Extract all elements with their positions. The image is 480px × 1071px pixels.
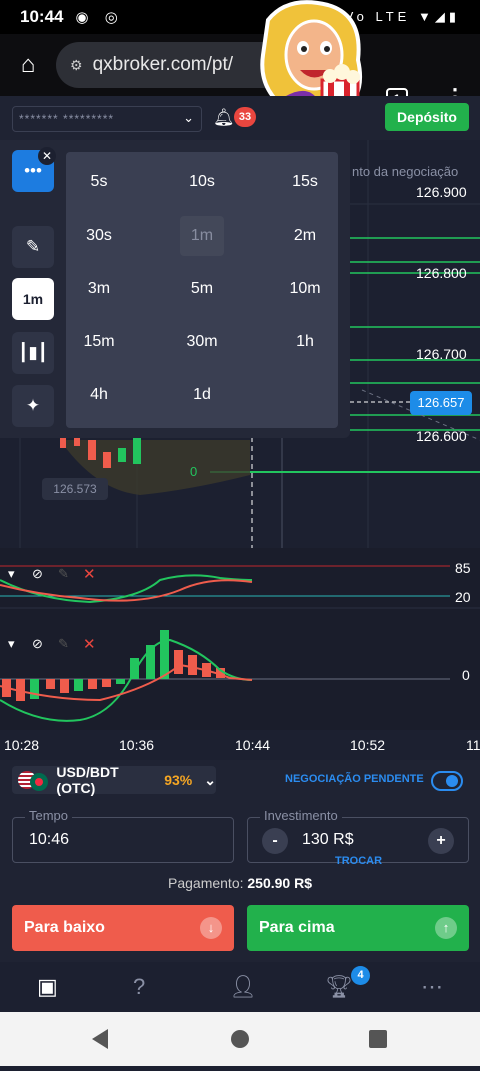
stochastic-lower-level: 20 — [455, 589, 471, 605]
indicator-collapse-icon[interactable]: ▾ — [8, 566, 15, 582]
notification-badge: 33 — [234, 107, 256, 127]
decrease-investment-button[interactable]: - — [262, 828, 288, 854]
bell-icon[interactable]: 🔔︎ — [213, 108, 235, 128]
deposit-button[interactable]: Depósito — [385, 103, 469, 131]
time-tick: 10:52 — [350, 737, 386, 753]
status-notification-icons: ◉ ◎ — [75, 9, 124, 26]
more-nav-icon[interactable]: ⋯ — [421, 974, 443, 1000]
time-tick: 11 — [466, 737, 480, 753]
timeframe-option-selected[interactable]: 1m — [180, 216, 224, 256]
satellite-icon: ✦ — [25, 396, 41, 415]
pending-trade-label: NEGOCIAÇÃO PENDENTE — [285, 773, 424, 785]
stochastic-upper-level: 85 — [455, 560, 471, 576]
timeframe-option[interactable]: 4h — [66, 375, 132, 415]
time-tick: 10:36 — [119, 737, 155, 753]
timeframe-option[interactable]: 1h — [272, 322, 338, 362]
chart-nav-icon[interactable]: ▣ — [37, 974, 58, 1000]
time-field-label: Tempo — [25, 808, 73, 823]
system-navigation-bar — [0, 1012, 480, 1066]
timeframe-option[interactable]: 3m — [66, 269, 132, 309]
payout-label: Pagamento: — [168, 875, 244, 891]
indicator-hide-icon[interactable]: ⊘ — [32, 636, 43, 652]
close-icon[interactable]: ✕ — [38, 147, 56, 165]
price-tick: 126.800 — [416, 265, 467, 281]
timeframe-option[interactable]: 1d — [169, 375, 235, 415]
investment-value: 130 R$ — [302, 831, 354, 848]
profile-nav-icon[interactable]: 👤︎ — [229, 974, 257, 1000]
candlestick-icon: ┃▮┃ — [18, 343, 48, 362]
time-value: 10:46 — [29, 831, 70, 848]
indicator-remove-icon[interactable]: ✕ — [83, 635, 96, 653]
pending-trade-toggle[interactable] — [431, 771, 463, 791]
browser-toolbar: ⌂ ⚙ qxbroker.com/pt/ 1 ⋮ — [0, 34, 480, 110]
draw-tool-button[interactable]: ✎ — [12, 226, 54, 268]
recents-icon — [369, 1030, 387, 1048]
pencil-icon: ✎ — [25, 237, 41, 256]
time-tick: 10:44 — [235, 737, 271, 753]
investment-field-label: Investimento — [260, 808, 342, 823]
price-tick: 126.700 — [416, 346, 467, 362]
buy-button[interactable]: Para cima ↑ — [247, 905, 469, 951]
timeframe-grid: 5s 10s 15s 30s 1m 2m 3m 5m 10m 15m 30m 1… — [66, 152, 338, 428]
arrow-down-icon: ↓ — [200, 917, 222, 939]
zero-level-label: 0 — [190, 464, 198, 479]
asset-name: USD/BDT (OTC) — [56, 764, 119, 796]
timeframe-option[interactable]: 30s — [66, 216, 132, 256]
timeframe-button[interactable]: 1m — [12, 278, 54, 320]
timeframe-option[interactable]: 30m — [169, 322, 235, 362]
sell-button[interactable]: Para baixo ↓ — [12, 905, 234, 951]
chevron-down-icon: ⌄ — [183, 110, 195, 125]
macd-zero-level: 0 — [462, 667, 470, 683]
swap-currency-button[interactable]: TROCAR — [335, 855, 382, 867]
current-price-tag: 126.657 — [410, 391, 472, 415]
indicator-edit-icon[interactable]: ✎ — [58, 636, 69, 652]
candle-price-tag: 126.573 — [42, 478, 108, 500]
more-icon: ••• — [24, 161, 42, 180]
status-bar: 10:44 ◉ ◎ Vo LTE ▼◢▮ — [0, 0, 480, 34]
home-icon[interactable]: ⌂ — [0, 51, 56, 79]
timeframe-option[interactable]: 10m — [272, 269, 338, 309]
url-text: qxbroker.com/pt/ — [92, 54, 234, 75]
indicators-button[interactable]: ✦ — [12, 385, 54, 427]
time-field[interactable]: Tempo 10:46 — [12, 808, 234, 863]
account-masked: ******* ********* — [19, 112, 115, 126]
home-circle-icon — [231, 1030, 249, 1048]
timeframe-option[interactable]: 10s — [169, 162, 235, 202]
timeframe-option[interactable]: 5m — [169, 269, 235, 309]
price-tick: 126.900 — [416, 184, 467, 200]
indicator-hide-icon[interactable]: ⊘ — [32, 566, 43, 582]
asset-selector[interactable]: USD/BDT (OTC) 93% ⌄ — [12, 764, 216, 796]
indicator-collapse-icon[interactable]: ▾ — [8, 636, 15, 652]
timeframe-option[interactable]: 2m — [272, 216, 338, 256]
price-tick: 126.600 — [416, 428, 467, 444]
chart-trade-label: nto da negociação — [352, 164, 459, 179]
indicator-edit-icon[interactable]: ✎ — [58, 566, 69, 582]
site-settings-icon[interactable]: ⚙ — [70, 57, 83, 74]
system-nav-icons — [92, 1029, 387, 1049]
back-icon — [92, 1029, 108, 1049]
trophy-nav-icon[interactable]: 🏆︎ — [325, 974, 353, 1000]
payout-value: 250.90 R$ — [247, 875, 312, 891]
time-tick: 10:28 — [4, 737, 40, 753]
payout-row: Pagamento: 250.90 R$ — [0, 875, 480, 891]
buy-button-label: Para cima — [259, 919, 335, 936]
chevron-down-icon: ⌄ — [204, 771, 216, 788]
help-nav-icon[interactable]: ? — [133, 974, 145, 1000]
timeframe-option[interactable]: 5s — [66, 162, 132, 202]
account-selector[interactable]: ******* ********* ⌄ — [12, 106, 202, 132]
arrow-up-icon: ↑ — [435, 917, 457, 939]
timeframe-option[interactable]: 15s — [272, 162, 338, 202]
increase-investment-button[interactable]: + — [428, 828, 454, 854]
timeframe-option[interactable]: 15m — [66, 322, 132, 362]
currency-flags-icon — [18, 771, 48, 791]
trophy-badge: 4 — [351, 966, 370, 985]
asset-payout-percent: 93% — [164, 772, 193, 788]
status-time: 10:44 — [20, 7, 64, 26]
indicator-remove-icon[interactable]: ✕ — [83, 565, 96, 583]
sell-button-label: Para baixo — [24, 919, 105, 936]
chart-type-button[interactable]: ┃▮┃ — [12, 332, 54, 374]
